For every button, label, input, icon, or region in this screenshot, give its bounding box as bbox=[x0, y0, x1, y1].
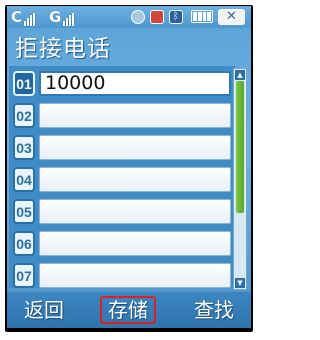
signal-1-label: C bbox=[11, 8, 23, 26]
search-softkey[interactable]: 查找 bbox=[189, 296, 239, 324]
number-field[interactable] bbox=[39, 199, 231, 224]
number-field[interactable] bbox=[39, 231, 231, 256]
signal-1-icon: C bbox=[11, 8, 36, 26]
alarm-icon bbox=[131, 10, 145, 24]
item-index-badge: 03 bbox=[13, 135, 35, 160]
number-field[interactable]: 10000 bbox=[39, 71, 231, 96]
signal-2-icon: G bbox=[49, 8, 75, 26]
softkey-bar: 返回 存储 查找 bbox=[7, 292, 251, 328]
item-index-badge: 05 bbox=[13, 199, 35, 224]
status-bar: C G ᛒ ✕ bbox=[7, 6, 251, 28]
number-field[interactable] bbox=[39, 167, 231, 192]
battery-icon bbox=[191, 10, 213, 23]
list-item[interactable]: 01 10000 bbox=[13, 70, 231, 98]
bluetooth-icon: ᛒ bbox=[169, 10, 183, 24]
item-index-badge: 01 bbox=[13, 71, 35, 96]
scroll-thumb[interactable] bbox=[236, 81, 244, 213]
list-item[interactable]: 05 bbox=[13, 198, 231, 226]
item-index-badge: 02 bbox=[13, 103, 35, 128]
number-field[interactable] bbox=[39, 263, 231, 288]
item-index-badge: 06 bbox=[13, 231, 35, 256]
list-item[interactable]: 02 bbox=[13, 102, 231, 130]
phone-screen: C G ᛒ ✕ 拒接电话 01 10000 02 03 04 05 06 07 … bbox=[7, 6, 251, 328]
close-button[interactable]: ✕ bbox=[218, 9, 245, 25]
number-field[interactable] bbox=[39, 103, 231, 128]
item-index-badge: 07 bbox=[13, 263, 35, 288]
scrollbar[interactable]: ▲ ▼ bbox=[233, 68, 247, 290]
list-item[interactable]: 04 bbox=[13, 166, 231, 194]
blocked-numbers-list: 01 10000 02 03 04 05 06 07 bbox=[9, 66, 235, 288]
scroll-up-icon[interactable]: ▲ bbox=[235, 70, 245, 80]
number-field[interactable] bbox=[39, 135, 231, 160]
scroll-down-icon[interactable]: ▼ bbox=[235, 278, 245, 288]
item-index-badge: 04 bbox=[13, 167, 35, 192]
list-item[interactable]: 07 bbox=[13, 262, 231, 290]
page-title: 拒接电话 bbox=[15, 36, 111, 62]
message-icon bbox=[150, 10, 164, 24]
save-softkey[interactable]: 存储 bbox=[100, 296, 156, 324]
list-item[interactable]: 03 bbox=[13, 134, 231, 162]
signal-2-label: G bbox=[49, 8, 62, 26]
back-softkey[interactable]: 返回 bbox=[19, 296, 69, 324]
list-item[interactable]: 06 bbox=[13, 230, 231, 258]
